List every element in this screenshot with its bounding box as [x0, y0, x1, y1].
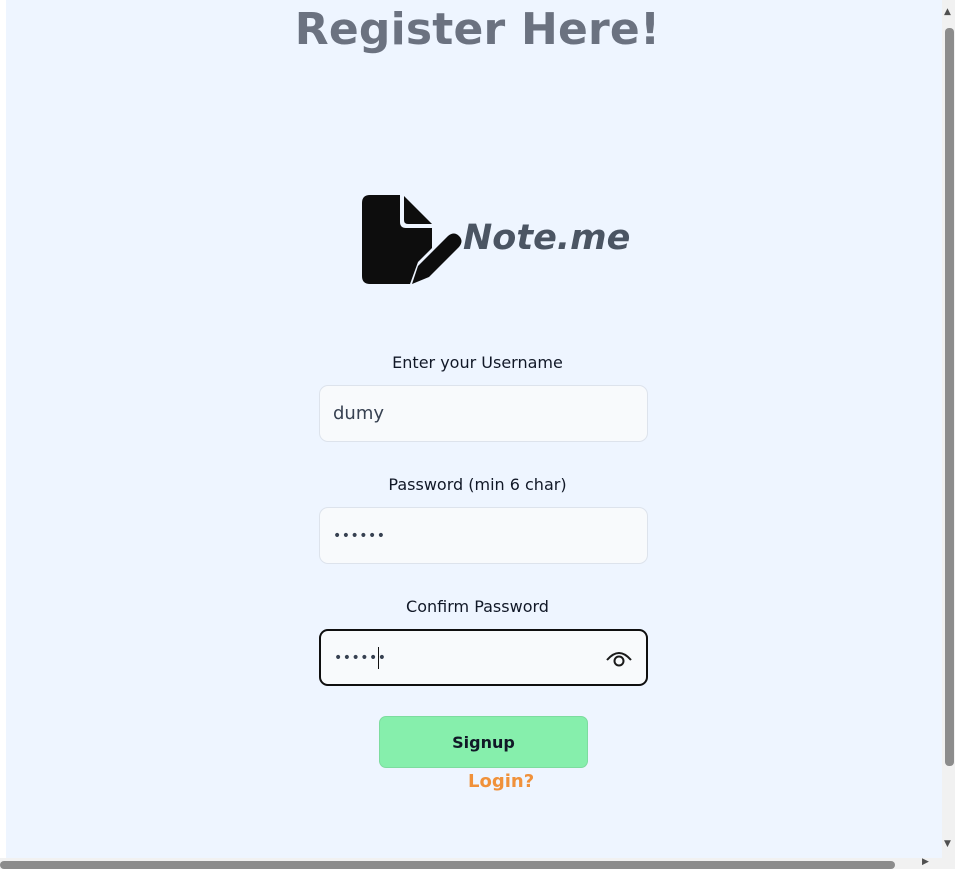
- scroll-up-icon[interactable]: ▲: [944, 8, 951, 17]
- login-link[interactable]: Login?: [468, 771, 534, 792]
- scroll-right-icon[interactable]: ▶: [922, 857, 929, 867]
- logo-text: Note.me: [463, 218, 631, 258]
- eye-icon[interactable]: [605, 647, 633, 669]
- text-caret: [378, 647, 379, 669]
- password-field[interactable]: [319, 507, 648, 564]
- vertical-scrollbar[interactable]: ▲ ▼: [942, 0, 955, 869]
- password-label: Password (min 6 char): [388, 475, 567, 494]
- confirm-password-label: Confirm Password: [406, 597, 549, 616]
- page-title: Register Here!: [294, 4, 661, 55]
- confirm-password-input[interactable]: [334, 631, 594, 684]
- horizontal-scrollbar[interactable]: ▶: [0, 857, 942, 869]
- username-input[interactable]: [333, 386, 593, 441]
- signup-button[interactable]: Signup: [379, 716, 588, 768]
- file-pen-icon: [362, 195, 462, 284]
- username-label: Enter your Username: [392, 353, 563, 372]
- username-field[interactable]: [319, 385, 648, 442]
- confirm-password-field[interactable]: [319, 629, 648, 686]
- vertical-scrollbar-thumb[interactable]: [945, 28, 954, 766]
- horizontal-scrollbar-thumb[interactable]: [0, 861, 895, 869]
- scroll-down-icon[interactable]: ▼: [944, 840, 951, 849]
- app-logo: Note.me: [360, 194, 630, 288]
- password-input[interactable]: [333, 508, 593, 563]
